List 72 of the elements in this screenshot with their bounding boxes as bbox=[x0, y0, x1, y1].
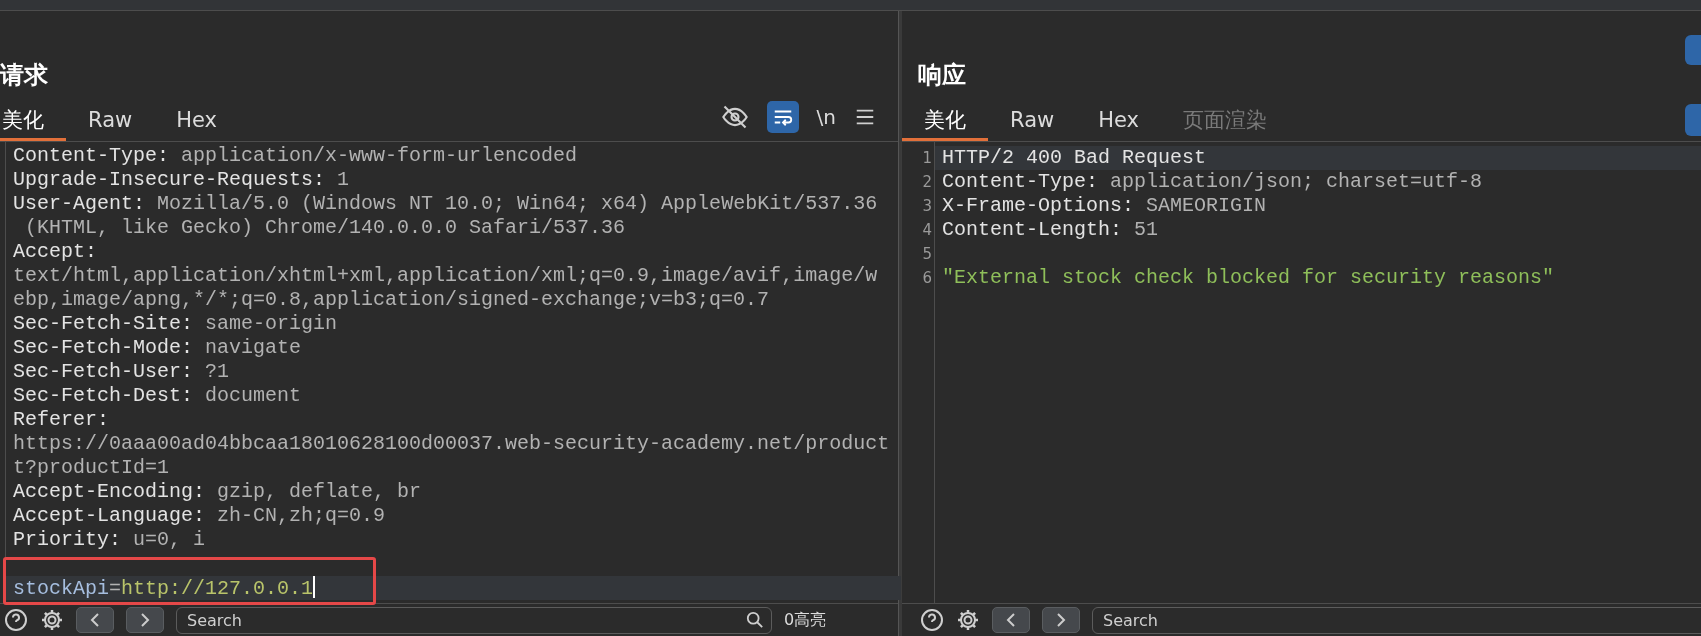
status-line: HTTP/2 400 Bad Request bbox=[942, 146, 1207, 169]
header-name: Sec-Fetch-Mode: bbox=[13, 336, 194, 359]
pane-title: 请求 bbox=[0, 60, 49, 91]
header-name: Content-Type: bbox=[942, 170, 1099, 193]
header-value: gzip, deflate, br bbox=[216, 480, 422, 503]
header-name: Referer: bbox=[13, 408, 109, 431]
header-name: Sec-Fetch-Site: bbox=[13, 312, 194, 335]
header-value: application/json; charset=utf-8 bbox=[1109, 170, 1483, 193]
next-button[interactable] bbox=[1042, 607, 1080, 633]
hide-icon[interactable] bbox=[720, 103, 749, 131]
chevron-right-icon bbox=[1056, 612, 1066, 628]
header-value: ?1 bbox=[204, 360, 230, 383]
line-number: 5 bbox=[921, 244, 932, 265]
newline-button[interactable]: \n bbox=[816, 105, 836, 129]
help-icon[interactable] bbox=[4, 608, 28, 632]
header-value: zh-CN,zh;q=0.9 bbox=[216, 504, 386, 527]
view-tab[interactable]: Raw bbox=[988, 98, 1077, 141]
wrap-button[interactable] bbox=[766, 101, 799, 133]
header-name: Accept: bbox=[13, 240, 97, 263]
param-separator: = bbox=[109, 577, 122, 600]
header-value: application/x-www-form-urlencoded bbox=[180, 144, 578, 167]
header-value: Mozilla/5.0 (Windows NT 10.0; Win64; x64) AppleWebKit/537.36 bbox=[156, 192, 878, 215]
header-value: SAMEORIGIN bbox=[1145, 194, 1267, 217]
header-value: navigate bbox=[204, 336, 302, 359]
response-body: "External stock check blocked for security reasons" bbox=[942, 266, 1555, 289]
header-value: 1 bbox=[336, 168, 350, 191]
search-icon bbox=[746, 610, 764, 629]
header-value: (KHTML, like Gecko) Chrome/140.0.0.0 Safari/537.36 bbox=[24, 216, 626, 239]
view-tab[interactable]: Hex bbox=[154, 98, 239, 141]
match-count: 0高亮 bbox=[784, 609, 827, 631]
header-name: Upgrade-Insecure-Requests: bbox=[13, 168, 326, 191]
header-value: same-origin bbox=[204, 312, 338, 335]
header-name: Accept-Language: bbox=[13, 504, 206, 527]
chevron-left-icon bbox=[90, 612, 100, 628]
previous-button[interactable] bbox=[76, 607, 114, 633]
param-name: stockApi bbox=[13, 577, 109, 600]
header-value: document bbox=[204, 384, 302, 407]
header-name: X-Frame-Options: bbox=[942, 194, 1135, 217]
header-value: u=0, i bbox=[132, 528, 206, 551]
header-value: https://0aaa00ad04bbcaa18010628100d00037.web-security-academy.net/product bbox=[13, 432, 890, 455]
line-number: 2 bbox=[921, 172, 932, 193]
param-value: http://127.0.0.1 bbox=[121, 577, 314, 600]
settings-icon[interactable] bbox=[956, 608, 980, 632]
previous-button[interactable] bbox=[992, 607, 1030, 633]
help-icon[interactable] bbox=[920, 608, 944, 632]
header-name: Content-Length: bbox=[942, 218, 1123, 241]
pane-title: 响应 bbox=[917, 60, 966, 91]
settings-icon[interactable] bbox=[40, 608, 64, 632]
header-name: Sec-Fetch-User: bbox=[13, 360, 194, 383]
header-name: User-Agent: bbox=[13, 192, 146, 215]
chevron-left-icon bbox=[1006, 612, 1016, 628]
view-tab[interactable]: Hex bbox=[1076, 98, 1161, 141]
view-tab[interactable]: Raw bbox=[66, 98, 155, 141]
chevron-right-icon bbox=[140, 612, 150, 628]
search-field[interactable]: Search bbox=[1092, 606, 1701, 634]
header-value: t?productId=1 bbox=[13, 456, 170, 479]
header-name: Accept-Encoding: bbox=[13, 480, 206, 503]
line-number: 1 bbox=[921, 148, 932, 169]
header-value: text/html,application/xhtml+xml,application/xml;q=0.9,image/avif,image/w bbox=[13, 264, 878, 287]
header-value: 51 bbox=[1133, 218, 1159, 241]
view-tab[interactable]: 美化 bbox=[0, 98, 66, 141]
header-name: Content-Type: bbox=[13, 144, 170, 167]
next-button[interactable] bbox=[126, 607, 164, 633]
header-name: Sec-Fetch-Dest: bbox=[13, 384, 194, 407]
line-number: 6 bbox=[921, 268, 932, 289]
search-field[interactable]: Search bbox=[176, 606, 772, 634]
header-name: Priority: bbox=[13, 528, 122, 551]
view-tab[interactable]: 美化 bbox=[902, 98, 988, 141]
line-number: 3 bbox=[921, 196, 932, 217]
line-number: 4 bbox=[921, 220, 932, 241]
header-value: ebp,image/apng,*/*;q=0.8,application/signed-exchange;v=b3;q=0.7 bbox=[13, 288, 770, 311]
request-editor[interactable] bbox=[0, 142, 898, 603]
